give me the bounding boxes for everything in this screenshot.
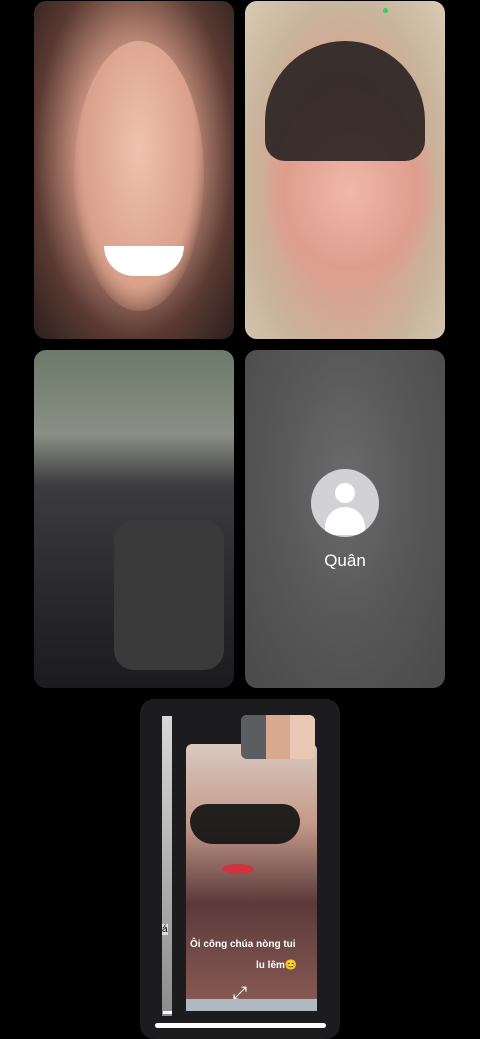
picture-in-picture-preview[interactable]: á Ôi công chúa nòng tui lu lêm😊 ⤢ xyxy=(140,699,340,1039)
participant-name: Quân xyxy=(324,551,366,570)
pip-side-label: á xyxy=(162,924,168,935)
car-interior-scene xyxy=(114,520,224,670)
avatar-tile-participant-4[interactable]: Quân xyxy=(245,350,445,688)
video-tile-participant-1[interactable] xyxy=(34,1,234,339)
lips xyxy=(222,864,254,874)
home-indicator[interactable] xyxy=(155,1023,326,1028)
mini-thumb-1 xyxy=(241,715,266,759)
hair xyxy=(265,41,425,161)
pip-caption-line-2: lu lêm😊 xyxy=(256,960,298,971)
person-avatar-icon xyxy=(311,469,379,537)
camera-active-indicator xyxy=(383,8,388,13)
mini-thumb-2 xyxy=(265,715,291,759)
pip-mini-call-thumbnail[interactable] xyxy=(241,715,315,759)
mini-thumb-3 xyxy=(290,715,315,759)
pip-caption-line-1: Ôi công chúa nòng tui xyxy=(190,939,296,950)
sunglasses xyxy=(190,804,300,844)
pip-bottom-bar xyxy=(186,999,317,1011)
pip-main-video[interactable]: Ôi công chúa nòng tui lu lêm😊 ⤢ xyxy=(186,744,317,1009)
video-tile-participant-3[interactable] xyxy=(34,350,234,688)
pip-dash xyxy=(163,1011,172,1014)
pip-side-strip xyxy=(162,716,172,1016)
video-tile-participant-2[interactable] xyxy=(245,1,445,339)
